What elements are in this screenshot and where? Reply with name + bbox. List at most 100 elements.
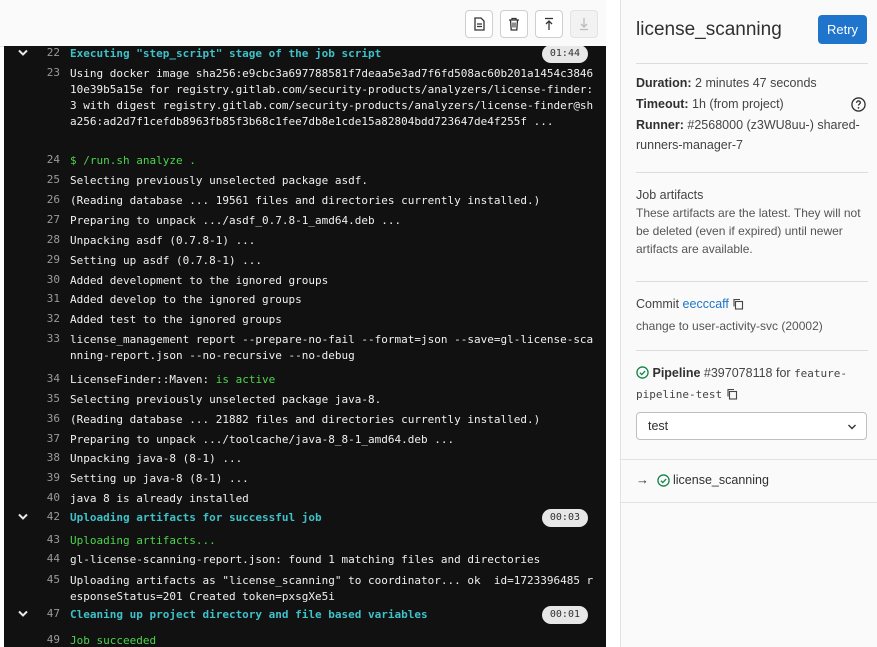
copy-branch-icon[interactable] [726,388,738,400]
line-number[interactable]: 42 [30,510,60,523]
job-log[interactable]: 22 Executing "step_script" stage of the j… [4,46,606,647]
runner-label: Runner: [636,118,684,132]
line-number[interactable]: 29 [30,253,60,266]
log-line: 37 Preparing to unpack .../toolcache/java… [4,432,606,452]
log-text: Added development to the ignored groups [70,274,329,287]
section-duration-badge: 01:44 [541,46,588,63]
log-text: (Reading database ... 21882 files and di… [70,413,541,426]
duration-label: Duration: [636,76,692,90]
log-status-text: is active [215,373,276,386]
log-line: 36 (Reading database ... 21882 files and … [4,412,606,432]
scroll-to-bottom-button[interactable] [570,10,598,38]
log-line: 44 gl-license-scanning-report.json: found… [4,552,606,572]
divider [636,63,868,64]
job-list-item[interactable]: → license_scanning [621,459,877,503]
line-number[interactable]: 30 [30,273,60,286]
log-text: Using docker image sha256:e9cbc3a6977885… [70,66,594,129]
log-line: 29 Setting up asdf (0.7.8-1) ... [4,253,606,273]
line-number[interactable]: 28 [30,233,60,246]
line-number[interactable]: 36 [30,412,60,425]
line-number[interactable]: 49 [30,633,60,646]
pipeline-for: for [775,366,791,380]
commit-message: change to user-activity-svc (20002) [636,319,823,333]
log-text: Executing "step_script" stage of the job… [70,47,382,60]
log-text: Preparing to unpack .../toolcache/java-8… [70,433,455,446]
log-text: license_management report --prepare-no-f… [70,333,594,363]
log-line: 35 Selecting previously unselected packag… [4,392,606,412]
log-text: java 8 is already installed [70,492,249,505]
log-text: Added develop to the ignored groups [70,293,302,306]
show-raw-button[interactable] [465,10,493,38]
log-text: Setting up asdf (0.7.8-1) ... [70,254,263,267]
line-number[interactable]: 34 [30,372,60,385]
stage-dropdown[interactable]: test [636,412,867,440]
runner-row: Runner: #2568000 (z3WU8uu-) shared-runne… [636,115,868,155]
line-number[interactable]: 31 [30,292,60,305]
log-text: Job succeeded [70,634,157,647]
log-line: 26 (Reading database ... 19561 files and … [4,193,606,213]
chevron-down-icon[interactable] [16,46,30,60]
line-number[interactable]: 35 [30,392,60,405]
line-number[interactable]: 23 [30,66,60,79]
log-line: 34 LicenseFinder::Maven: is active [4,372,606,392]
erase-log-icon [509,17,519,31]
line-number[interactable]: 24 [30,153,60,166]
scroll-to-top-icon [545,17,553,30]
chevron-down-icon[interactable] [16,607,30,621]
line-number[interactable]: 37 [30,432,60,445]
line-number[interactable]: 33 [30,332,60,345]
log-text: Added test to the ignored groups [70,313,282,326]
success-status-icon [657,474,670,487]
chevron-down-icon [848,424,856,430]
line-number[interactable]: 38 [30,451,60,464]
log-line: 40 java 8 is already installed [4,491,606,511]
log-text: Selecting previously unselected package … [70,393,382,406]
line-number[interactable]: 27 [30,213,60,226]
line-number[interactable]: 43 [30,533,60,546]
line-number[interactable]: 32 [30,312,60,325]
log-text: Unpacking java-8 (8-1) ... [70,452,243,465]
stage-selected: test [648,419,669,433]
line-number[interactable]: 22 [30,46,60,59]
log-line: 45 Uploading artifacts as "license_scanni… [4,573,606,610]
commit-label: Commit [636,297,680,311]
log-text: Cleaning up project directory and file b… [70,608,428,621]
commit-sha-link[interactable]: eecccaff [683,297,729,311]
log-section-header[interactable]: 22 Executing "step_script" stage of the j… [4,46,606,66]
retry-button[interactable]: Retry [818,15,867,44]
copy-commit-icon[interactable] [732,298,744,310]
log-line: 38 Unpacking java-8 (8-1) ... [4,451,606,471]
line-number[interactable]: 39 [30,471,60,484]
commit-row: Commit eecccaff [636,294,868,314]
log-text: Preparing to unpack .../asdf_0.7.8-1_amd… [70,214,402,227]
erase-log-button[interactable] [500,10,528,38]
help-icon[interactable] [851,97,866,112]
line-number[interactable]: 44 [30,552,60,565]
line-number[interactable]: 47 [30,607,60,620]
log-text: LicenseFinder::Maven: is active [70,373,276,386]
log-section-header[interactable]: 42 Uploading artifacts for successful job… [4,509,606,530]
job-sidebar: license_scanning Retry Duration: 2 minut… [620,0,877,647]
job-log-toolbar [0,0,606,47]
log-line: 32 Added test to the ignored groups [4,312,606,332]
artifacts-title: Job artifacts [636,188,704,202]
log-section-header[interactable]: 47 Cleaning up project directory and file… [4,606,606,627]
line-number[interactable]: 40 [30,491,60,504]
line-number[interactable]: 25 [30,173,60,186]
duration-row: Duration: 2 minutes 47 seconds [636,73,868,93]
scroll-to-bottom-icon [580,18,588,31]
job-title: license_scanning [636,19,782,40]
scroll-to-top-button[interactable] [535,10,563,38]
show-raw-icon [474,17,485,31]
pipeline-id-link[interactable]: #397078118 [704,366,773,380]
current-job-arrow-icon: → [636,472,649,487]
chevron-down-icon[interactable] [16,510,30,524]
line-number[interactable]: 26 [30,193,60,206]
line-number[interactable]: 45 [30,573,60,586]
timeout-label: Timeout: [636,97,689,111]
divider [636,350,868,351]
log-line: 43 Uploading artifacts... [4,533,606,553]
log-text: Setting up java-8 (8-1) ... [70,472,249,485]
log-line: 39 Setting up java-8 (8-1) ... [4,471,606,491]
log-line: 31 Added develop to the ignored groups [4,292,606,312]
